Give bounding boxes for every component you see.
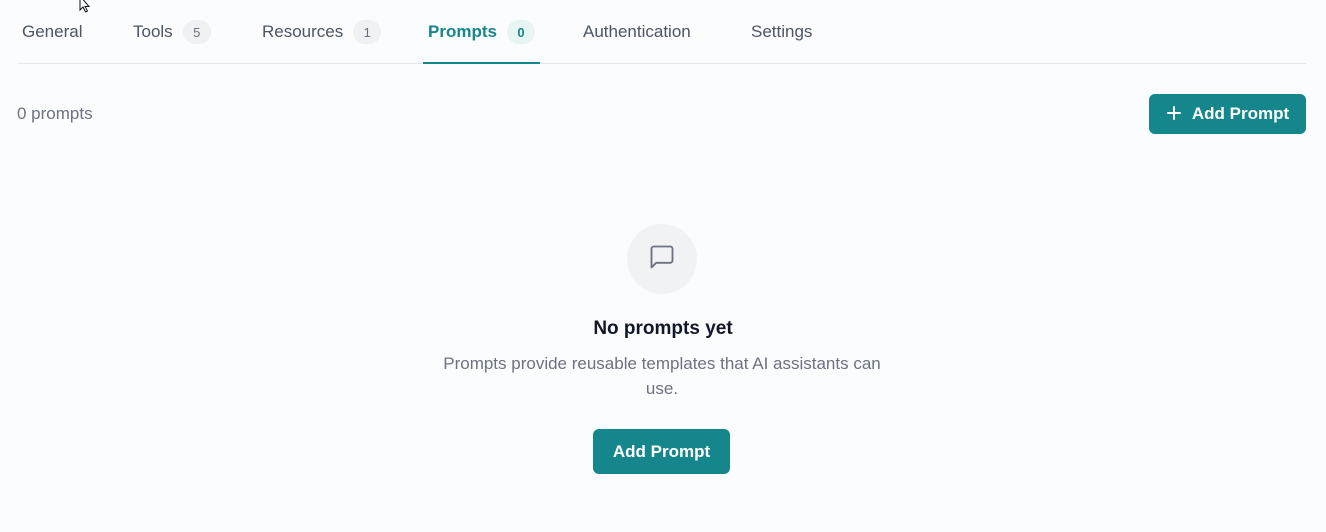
tab-prompts[interactable]: Prompts 0 (423, 0, 540, 64)
tab-bar: General Tools 5 Resources 1 Prompts 0 Au… (17, 0, 1306, 64)
tab-tools-count-badge: 5 (182, 20, 211, 44)
tab-resources[interactable]: Resources 1 (262, 0, 382, 64)
prompt-count: 0 prompts (17, 104, 93, 123)
empty-state-description: Prompts provide reusable templates that … (443, 354, 881, 398)
empty-state-icon-circle (627, 224, 697, 294)
tab-prompts-label: Prompts (428, 22, 497, 41)
tab-general[interactable]: General (22, 0, 82, 64)
empty-state-add-prompt-button[interactable]: Add Prompt (593, 429, 730, 474)
tab-authentication-label: Authentication (583, 22, 691, 41)
message-square-icon (648, 243, 676, 276)
mouse-cursor-icon (79, 0, 93, 21)
tab-tools[interactable]: Tools 5 (133, 0, 211, 64)
tab-prompts-count-badge: 0 (506, 20, 535, 44)
tab-tools-label: Tools (133, 22, 173, 41)
empty-state-add-prompt-label: Add Prompt (612, 441, 711, 461)
tab-settings[interactable]: Settings (751, 0, 812, 64)
plus-icon (1166, 103, 1182, 125)
tab-resources-count-badge: 1 (353, 20, 382, 44)
add-prompt-button-label: Add Prompt (1191, 104, 1290, 123)
add-prompt-button[interactable]: Add Prompt (1149, 94, 1306, 134)
tab-resources-label: Resources (262, 22, 344, 41)
tab-general-label: General (22, 22, 83, 41)
tab-settings-label: Settings (751, 22, 813, 41)
tab-authentication[interactable]: Authentication (583, 0, 691, 64)
empty-state-title: No prompts yet (593, 318, 733, 339)
